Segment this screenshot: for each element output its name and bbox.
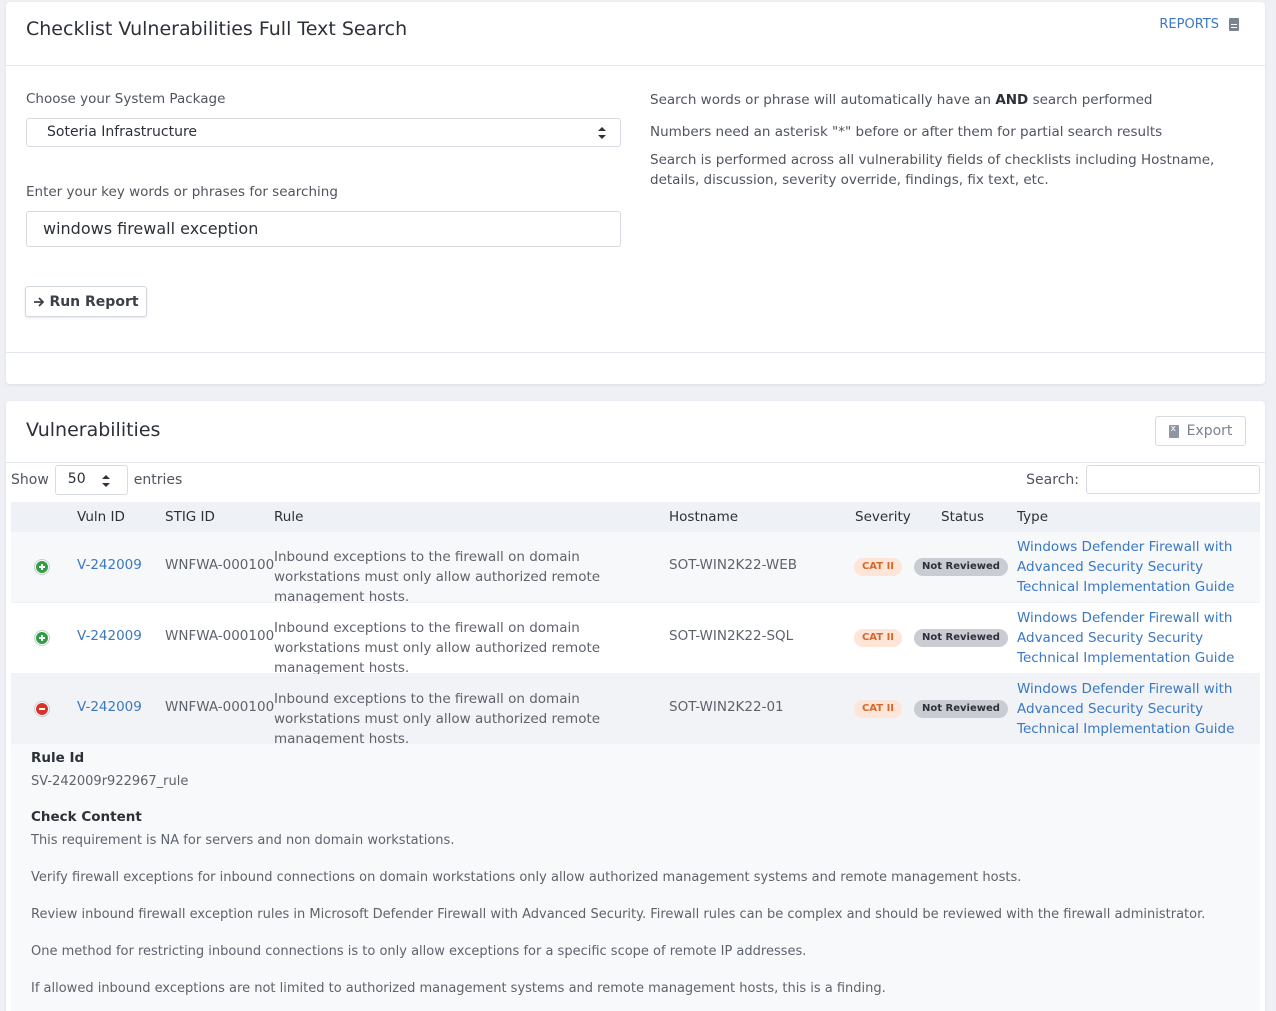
table-row: V-242009 WNFWA-000100 Inbound exceptions…	[11, 603, 1260, 676]
export-button[interactable]: Export	[1155, 416, 1246, 446]
entries-label: entries	[133, 472, 183, 488]
type-link[interactable]: Windows Defender Firewall with Advanced …	[1017, 537, 1257, 597]
search-input[interactable]	[1086, 465, 1260, 494]
system-package-value: Soteria Infrastructure	[47, 124, 198, 140]
check-content-line: Review inbound firewall exception rules …	[31, 907, 1206, 922]
row-details: Rule Id SV-242009r922967_rule Check Cont…	[11, 744, 1260, 1011]
check-content-line: One method for restricting inbound conne…	[31, 944, 807, 959]
hostname: SOT-WIN2K22-SQL	[669, 628, 794, 644]
status-badge: Not Reviewed	[914, 629, 1008, 647]
vulnerabilities-table: Vuln ID STIG ID Rule Hostname Severity S…	[11, 502, 1260, 747]
column-header-status[interactable]: Status	[941, 509, 984, 525]
arrow-right-icon	[34, 296, 45, 307]
system-package-select[interactable]: Soteria Infrastructure	[26, 118, 621, 147]
search-label: Search:	[1026, 471, 1079, 488]
vuln-id-link[interactable]: V-242009	[77, 557, 142, 573]
rule-id-label: Rule Id	[31, 750, 85, 766]
search-card: Checklist Vulnerabilities Full Text Sear…	[6, 2, 1265, 384]
entries-select[interactable]: 50	[54, 465, 128, 495]
rule-title: Inbound exceptions to the firewall on do…	[274, 620, 601, 676]
help-and-search: Search words or phrase will automaticall…	[650, 92, 1153, 108]
rule-title: Inbound exceptions to the firewall on do…	[274, 691, 601, 747]
stig-id: WNFWA-000100	[165, 557, 275, 573]
package-label: Choose your System Package	[26, 91, 226, 107]
check-content-line: This requirement is NA for servers and n…	[31, 833, 455, 848]
severity-badge: CAT II	[854, 700, 902, 718]
vulnerabilities-card: Vulnerabilities Export Show 50 entries S…	[6, 401, 1265, 1011]
excel-file-icon	[1168, 424, 1179, 438]
check-content-line: Verify firewall exceptions for inbound c…	[31, 870, 1022, 885]
type-link[interactable]: Windows Defender Firewall with Advanced …	[1017, 608, 1257, 668]
severity-badge: CAT II	[854, 558, 902, 576]
column-header-type[interactable]: Type	[1017, 509, 1048, 525]
card-divider	[6, 352, 1265, 353]
reports-label: REPORTS	[1159, 17, 1219, 32]
table-search: Search:	[1026, 465, 1260, 494]
run-report-label: Run Report	[49, 293, 139, 310]
status-badge: Not Reviewed	[914, 700, 1008, 718]
hostname: SOT-WIN2K22-01	[669, 699, 784, 715]
keywords-input[interactable]: windows firewall exception	[26, 211, 621, 247]
document-icon	[1229, 18, 1239, 31]
page-title: Checklist Vulnerabilities Full Text Sear…	[26, 18, 408, 40]
severity-badge: CAT II	[854, 629, 902, 647]
status-badge: Not Reviewed	[914, 558, 1008, 576]
table-row: V-242009 WNFWA-000100 Inbound exceptions…	[11, 532, 1260, 605]
keywords-label: Enter your key words or phrases for sear…	[26, 184, 338, 200]
show-label: Show	[11, 472, 49, 488]
column-header-rule[interactable]: Rule	[274, 509, 303, 525]
vuln-id-link[interactable]: V-242009	[77, 699, 142, 715]
column-header-vuln-id[interactable]: Vuln ID	[77, 509, 125, 525]
column-header-severity[interactable]: Severity	[855, 509, 911, 525]
expand-row-icon[interactable]	[35, 560, 49, 574]
search-card-header: Checklist Vulnerabilities Full Text Sear…	[6, 2, 1265, 66]
vulnerabilities-title: Vulnerabilities	[26, 419, 161, 441]
table-header: Vuln ID STIG ID Rule Hostname Severity S…	[11, 502, 1260, 532]
collapse-row-icon[interactable]	[35, 702, 49, 716]
table-row: V-242009 WNFWA-000100 Inbound exceptions…	[11, 674, 1260, 747]
vuln-id-link[interactable]: V-242009	[77, 628, 142, 644]
reports-link[interactable]: REPORTS	[1159, 17, 1239, 32]
help-asterisk: Numbers need an asterisk "*" before or a…	[650, 124, 1163, 140]
column-header-stig-id[interactable]: STIG ID	[165, 509, 215, 525]
check-content-line: If allowed inbound exceptions are not li…	[31, 981, 886, 996]
stig-id: WNFWA-000100	[165, 628, 275, 644]
header-divider	[6, 462, 1265, 463]
expand-row-icon[interactable]	[35, 631, 49, 645]
entries-value: 50	[67, 471, 86, 487]
help-and-keyword: AND	[995, 92, 1029, 108]
help-fields: Search is performed across all vulnerabi…	[650, 152, 1215, 188]
keywords-value: windows firewall exception	[43, 219, 259, 238]
select-arrows-icon	[101, 475, 110, 487]
rule-id-value: SV-242009r922967_rule	[31, 774, 189, 789]
check-content-label: Check Content	[31, 809, 142, 825]
rule-title: Inbound exceptions to the firewall on do…	[274, 549, 601, 605]
entries-length: Show 50 entries	[11, 465, 182, 495]
column-header-hostname[interactable]: Hostname	[669, 509, 738, 525]
run-report-button[interactable]: Run Report	[25, 286, 147, 317]
export-label: Export	[1186, 423, 1233, 439]
select-arrows-icon	[598, 127, 606, 139]
hostname: SOT-WIN2K22-WEB	[669, 557, 798, 573]
stig-id: WNFWA-000100	[165, 699, 275, 715]
type-link[interactable]: Windows Defender Firewall with Advanced …	[1017, 679, 1257, 739]
